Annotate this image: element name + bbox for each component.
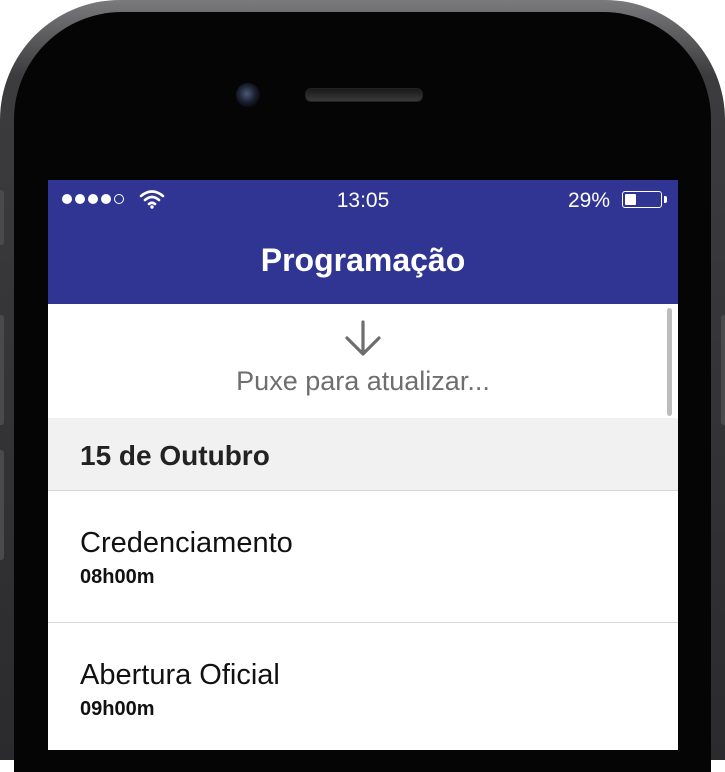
section-date: 15 de Outubro xyxy=(80,440,270,471)
battery-icon xyxy=(622,191,662,208)
earpiece-speaker xyxy=(305,88,423,102)
front-camera xyxy=(236,83,260,107)
list-item[interactable]: Credenciamento 08h00m xyxy=(48,491,678,623)
app-screen: 13:05 29% Programação Puxe para atualiza… xyxy=(48,180,678,750)
volume-up-button xyxy=(0,315,4,425)
mute-switch xyxy=(0,190,4,245)
navigation-bar: 13:05 29% Programação xyxy=(48,180,678,304)
section-header: 15 de Outubro xyxy=(48,418,678,491)
power-button xyxy=(721,315,725,425)
list-item[interactable]: Abertura Oficial 09h00m xyxy=(48,623,678,750)
page-title: Programação xyxy=(260,242,466,278)
scrollbar[interactable] xyxy=(667,308,672,416)
event-time: 08h00m xyxy=(80,566,155,588)
event-title: Abertura Oficial xyxy=(80,659,280,691)
battery-percent: 29% xyxy=(567,189,610,212)
event-title: Credenciamento xyxy=(80,527,293,559)
battery-tip xyxy=(664,196,667,203)
volume-down-button xyxy=(0,450,4,560)
event-time: 09h00m xyxy=(80,698,155,720)
arrow-down-icon xyxy=(345,320,381,356)
status-bar: 13:05 29% xyxy=(48,180,678,220)
pull-to-refresh-label: Puxe para atualizar... xyxy=(236,366,490,396)
pull-to-refresh[interactable]: Puxe para atualizar... xyxy=(48,304,678,419)
battery-level xyxy=(625,194,637,205)
